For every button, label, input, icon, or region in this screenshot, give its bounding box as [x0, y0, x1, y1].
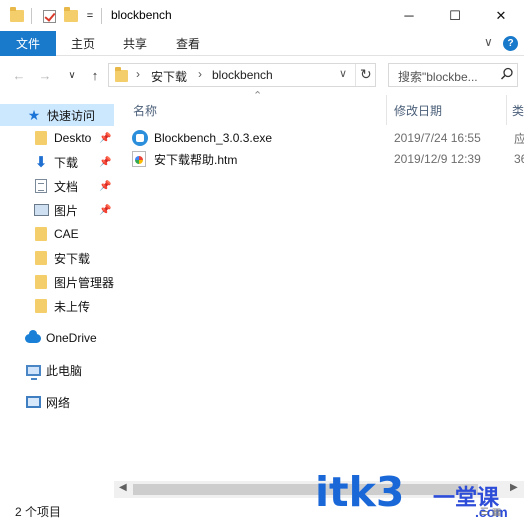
folder-icon — [9, 7, 25, 25]
file-name: Blockbench_3.0.3.exe — [154, 131, 273, 145]
pin-icon: 📌 — [99, 205, 112, 216]
sidebar-item-pictures[interactable]: 图片 — [0, 199, 78, 221]
sidebar-item-quick-access[interactable]: ★ 快速访问 — [0, 104, 114, 126]
file-type: 36 — [514, 152, 524, 166]
sidebar-item-anxiazai[interactable]: 安下载 — [0, 247, 90, 269]
sidebar-item-label: 文档 — [54, 179, 79, 194]
back-button[interactable]: ← — [11, 66, 27, 84]
column-divider[interactable] — [386, 95, 387, 125]
help-icon[interactable]: ? — [503, 36, 518, 51]
file-type: 应 — [514, 131, 524, 146]
up-button[interactable]: ↑ — [87, 66, 103, 84]
divider — [355, 64, 356, 86]
separator — [101, 8, 102, 24]
tab-home[interactable]: 主页 — [71, 31, 95, 56]
sidebar-item-label: 未上传 — [54, 299, 91, 314]
pin-icon: 📌 — [99, 133, 112, 144]
navigation-pane: ★ 快速访问 Deskto 📌 ⬇ 下载 📌 文档 📌 图片 📌 CAE 安下载… — [0, 95, 114, 495]
folder-icon — [33, 274, 49, 290]
breadcrumb-item[interactable]: 安下载 — [151, 68, 187, 85]
sidebar-item-desktop[interactable]: Deskto — [0, 127, 91, 149]
network-icon — [25, 394, 41, 410]
sidebar-item-label: OneDrive — [46, 331, 97, 345]
breadcrumb-separator[interactable]: › — [136, 67, 140, 81]
column-header-date[interactable]: 修改日期 — [394, 102, 442, 119]
close-button[interactable]: ✕ — [478, 0, 524, 31]
html-file-icon — [132, 151, 146, 167]
file-name: 安下载帮助.htm — [154, 152, 238, 167]
title-bar: = blockbench ─ ☐ ✕ — [0, 0, 524, 31]
sidebar-item-image-manager[interactable]: 图片管理器 — [0, 271, 114, 293]
search-input[interactable]: 搜索"blockbe... — [388, 63, 518, 87]
sidebar-item-label: 此电脑 — [46, 363, 83, 378]
file-date: 2019/7/24 16:55 — [394, 131, 481, 145]
breadcrumb-item[interactable]: blockbench — [212, 68, 273, 82]
sidebar-item-downloads[interactable]: ⬇ 下载 — [0, 151, 78, 173]
column-divider[interactable] — [506, 95, 507, 125]
search-icon[interactable] — [500, 67, 514, 81]
breadcrumb-separator[interactable]: › — [198, 67, 202, 81]
recent-locations-button[interactable]: ∨ — [66, 66, 78, 84]
pin-icon: 📌 — [99, 181, 112, 192]
sidebar-item-label: 下载 — [54, 155, 79, 170]
column-header-name[interactable]: 名称 — [133, 102, 157, 119]
pin-icon: 📌 — [99, 157, 112, 168]
tab-share[interactable]: 共享 — [123, 31, 147, 56]
watermark-main: itk3 — [315, 468, 405, 516]
forward-button[interactable]: → — [37, 66, 53, 84]
exe-icon — [132, 130, 148, 146]
maximize-button[interactable]: ☐ — [432, 0, 478, 31]
sidebar-item-label: 图片 — [54, 203, 79, 218]
tab-view[interactable]: 查看 — [176, 31, 200, 56]
properties-icon[interactable] — [41, 7, 57, 25]
customize-quick-access-icon[interactable]: = — [84, 7, 96, 25]
folder-icon — [33, 130, 49, 146]
tab-file[interactable]: 文件 — [0, 31, 56, 56]
address-dropdown-icon[interactable]: ∨ — [339, 67, 347, 80]
separator — [31, 8, 32, 24]
sidebar-item-onedrive[interactable]: OneDrive — [0, 327, 97, 349]
sidebar-item-label: Deskto — [54, 131, 92, 145]
document-icon — [33, 178, 49, 194]
sidebar-item-label: 图片管理器 — [54, 275, 115, 290]
sidebar-item-label: 网络 — [46, 395, 71, 410]
sidebar-item-not-uploaded[interactable]: 未上传 — [0, 295, 90, 317]
new-folder-icon[interactable] — [63, 7, 79, 25]
minimize-button[interactable]: ─ — [386, 0, 432, 31]
sort-ascending-icon: ⌃ — [253, 90, 263, 102]
item-count: 2 个项目 — [15, 505, 62, 519]
file-list: ⌃ 名称 修改日期 类 Blockbench_3.0.3.exe 2019/7/… — [114, 90, 524, 495]
sidebar-item-label: 快速访问 — [47, 108, 96, 123]
picture-icon — [33, 202, 49, 218]
sidebar-item-label: CAE — [54, 227, 79, 241]
details-view-icon[interactable]: ☰ ▦ — [480, 507, 501, 518]
sidebar-item-label: 安下载 — [54, 251, 91, 266]
folder-icon — [115, 67, 128, 82]
scroll-left-icon[interactable]: ◀ — [119, 482, 127, 493]
star-icon: ★ — [27, 107, 41, 123]
refresh-icon[interactable]: ↻ — [360, 66, 372, 83]
sidebar-item-this-pc[interactable]: 此电脑 — [0, 359, 82, 381]
computer-icon — [25, 362, 41, 380]
window-title: blockbench — [111, 8, 172, 22]
cloud-icon — [25, 329, 41, 346]
file-date: 2019/12/9 12:39 — [394, 152, 481, 166]
folder-icon — [33, 250, 49, 266]
table-row[interactable]: 安下载帮助.htm 2019/12/9 12:39 36 — [132, 149, 524, 169]
sidebar-item-documents[interactable]: 文档 — [0, 175, 78, 197]
folder-icon — [33, 226, 49, 242]
expand-ribbon-icon[interactable]: ∨ — [484, 35, 493, 49]
folder-icon — [33, 298, 49, 314]
table-row[interactable]: Blockbench_3.0.3.exe 2019/7/24 16:55 应 — [132, 128, 524, 148]
column-header-type[interactable]: 类 — [512, 102, 524, 119]
download-arrow-icon: ⬇ — [34, 153, 48, 171]
ribbon-tabs: 文件 主页 共享 查看 ∨ ? — [0, 31, 524, 56]
search-placeholder: 搜索"blockbe... — [398, 70, 478, 84]
address-bar[interactable]: › 安下载 › blockbench ∨ ↻ — [108, 63, 376, 87]
sidebar-item-network[interactable]: 网络 — [0, 391, 70, 413]
sidebar-item-cae[interactable]: CAE — [0, 223, 79, 245]
